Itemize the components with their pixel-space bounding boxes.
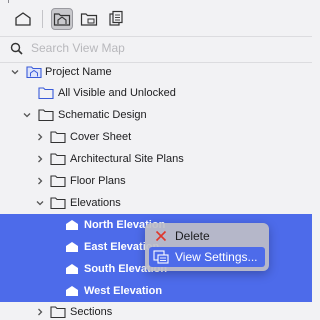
search-input[interactable] <box>31 41 281 55</box>
toolbar-divider <box>42 10 43 28</box>
chevron-right-icon[interactable] <box>35 132 45 142</box>
elevation-view-icon <box>64 262 80 276</box>
search-bar <box>10 39 310 57</box>
search-icon <box>10 42 23 55</box>
folder-icon <box>50 196 66 210</box>
folder-icon <box>50 130 66 144</box>
view-map-button[interactable] <box>51 8 73 30</box>
chevron-right-icon[interactable] <box>35 154 45 164</box>
chevron-down-icon[interactable] <box>35 198 45 208</box>
delete-menu-item[interactable]: Delete <box>149 226 265 246</box>
chevron-right-icon[interactable] <box>35 307 45 317</box>
tree-row-sections[interactable]: Sections <box>0 302 312 320</box>
tree-label: Floor Plans <box>70 175 126 187</box>
tree-label: Project Name <box>45 66 112 78</box>
delete-x-icon <box>153 228 169 244</box>
context-menu: Delete View Settings... <box>145 223 269 271</box>
publisher-sets-button[interactable] <box>105 8 127 30</box>
tree-label: All Visible and Unlocked <box>58 87 176 99</box>
menu-item-label: Delete <box>175 229 210 243</box>
project-map-button[interactable] <box>12 8 34 30</box>
tree-label: West Elevation <box>84 285 163 297</box>
tree-row-west-elevation[interactable]: West Elevation <box>0 280 312 302</box>
tree-row-project[interactable]: Project Name <box>0 62 312 83</box>
tree-label: Sections <box>70 306 113 318</box>
tree-row-all-visible[interactable]: All Visible and Unlocked <box>0 83 312 104</box>
folder-icon <box>50 174 66 188</box>
tree-label: Cover Sheet <box>70 131 132 143</box>
view-folder-icon <box>38 86 54 100</box>
folder-icon <box>50 152 66 166</box>
elevation-view-icon <box>64 284 80 298</box>
tree-row-elevations[interactable]: Elevations <box>0 193 312 214</box>
elevation-view-icon <box>64 218 80 232</box>
toolbar-separator <box>0 36 312 37</box>
layout-book-icon <box>80 13 98 26</box>
menu-edge-mark <box>8 0 9 3</box>
tree-row-site-plans[interactable]: Architectural Site Plans <box>0 149 312 170</box>
chevron-down-icon[interactable] <box>22 110 32 120</box>
tree-row-floor-plans[interactable]: Floor Plans <box>0 171 312 192</box>
chevron-down-icon[interactable] <box>10 67 20 77</box>
tree-row-cover-sheet[interactable]: Cover Sheet <box>0 127 312 148</box>
menu-item-label: View Settings... <box>175 250 258 264</box>
chevron-right-icon[interactable] <box>35 176 45 186</box>
project-folder-icon <box>26 65 42 79</box>
navigator-toolbar <box>0 0 312 36</box>
tree-label: Architectural Site Plans <box>70 153 184 165</box>
tree-row-schematic[interactable]: Schematic Design <box>0 105 312 126</box>
tree-label: Schematic Design <box>58 109 147 121</box>
view-settings-icon <box>153 249 169 265</box>
project-map-icon <box>15 12 31 26</box>
view-map-icon <box>53 13 71 26</box>
view-settings-menu-item[interactable]: View Settings... <box>149 247 265 267</box>
publisher-sets-icon <box>109 10 123 26</box>
tree-label: Elevations <box>70 197 121 209</box>
folder-icon <box>50 305 66 319</box>
elevation-view-icon <box>64 240 80 254</box>
folder-icon <box>38 108 54 122</box>
layout-book-button[interactable] <box>78 8 100 30</box>
